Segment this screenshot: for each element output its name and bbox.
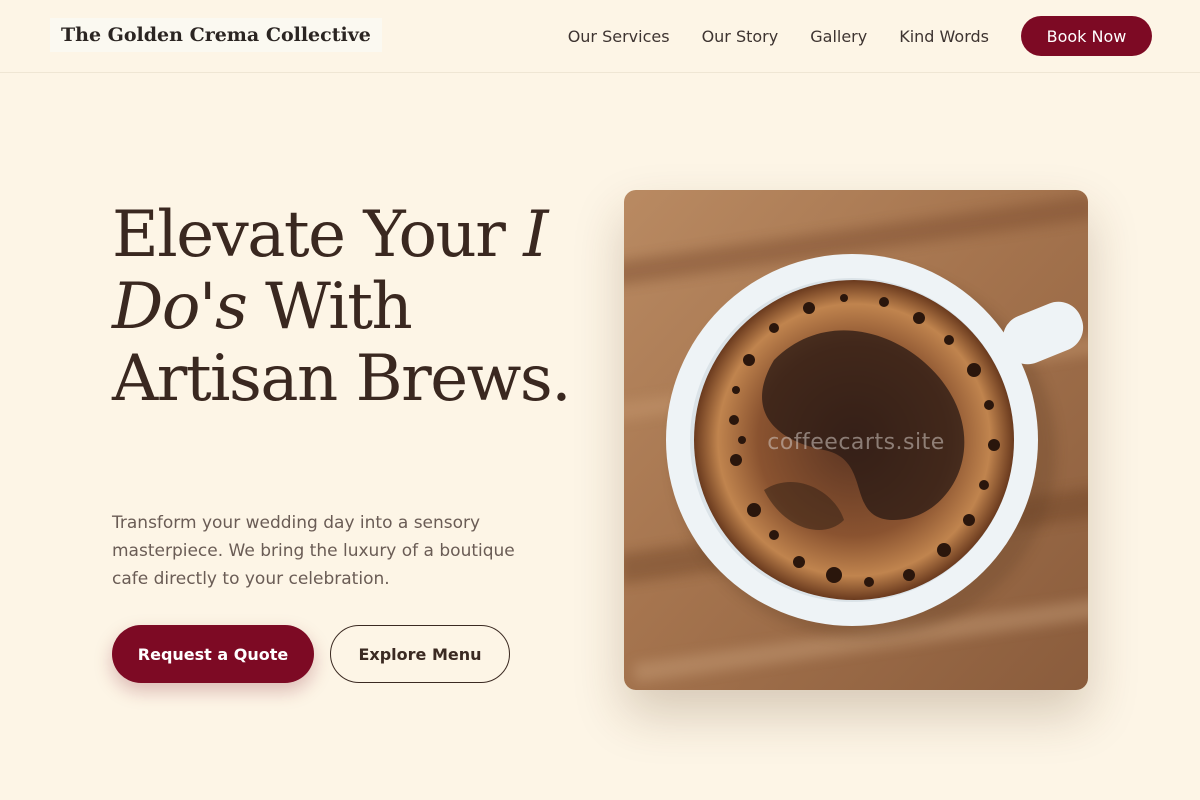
nav-link-kind-words[interactable]: Kind Words [899, 27, 989, 46]
nav-link-our-services[interactable]: Our Services [568, 27, 670, 46]
brand-logo[interactable]: The Golden Crema Collective [50, 18, 382, 52]
explore-menu-button[interactable]: Explore Menu [330, 625, 510, 683]
image-watermark: coffeecarts.site [767, 430, 945, 455]
book-now-button[interactable]: Book Now [1021, 16, 1152, 56]
nav-link-our-story[interactable]: Our Story [702, 27, 779, 46]
main-nav: Our Services Our Story Gallery Kind Word… [568, 16, 1152, 56]
nav-link-gallery[interactable]: Gallery [810, 27, 867, 46]
hero-coffee-image: coffeecarts.site [624, 190, 1088, 690]
site-header: The Golden Crema Collective Our Services… [0, 0, 1200, 73]
hero-headline: Elevate Your I Do's With Artisan Brews. [112, 199, 582, 415]
hero-subtitle: Transform your wedding day into a sensor… [112, 513, 515, 589]
headline-part-1: Elevate Your [112, 198, 524, 272]
request-quote-button[interactable]: Request a Quote [112, 625, 314, 683]
